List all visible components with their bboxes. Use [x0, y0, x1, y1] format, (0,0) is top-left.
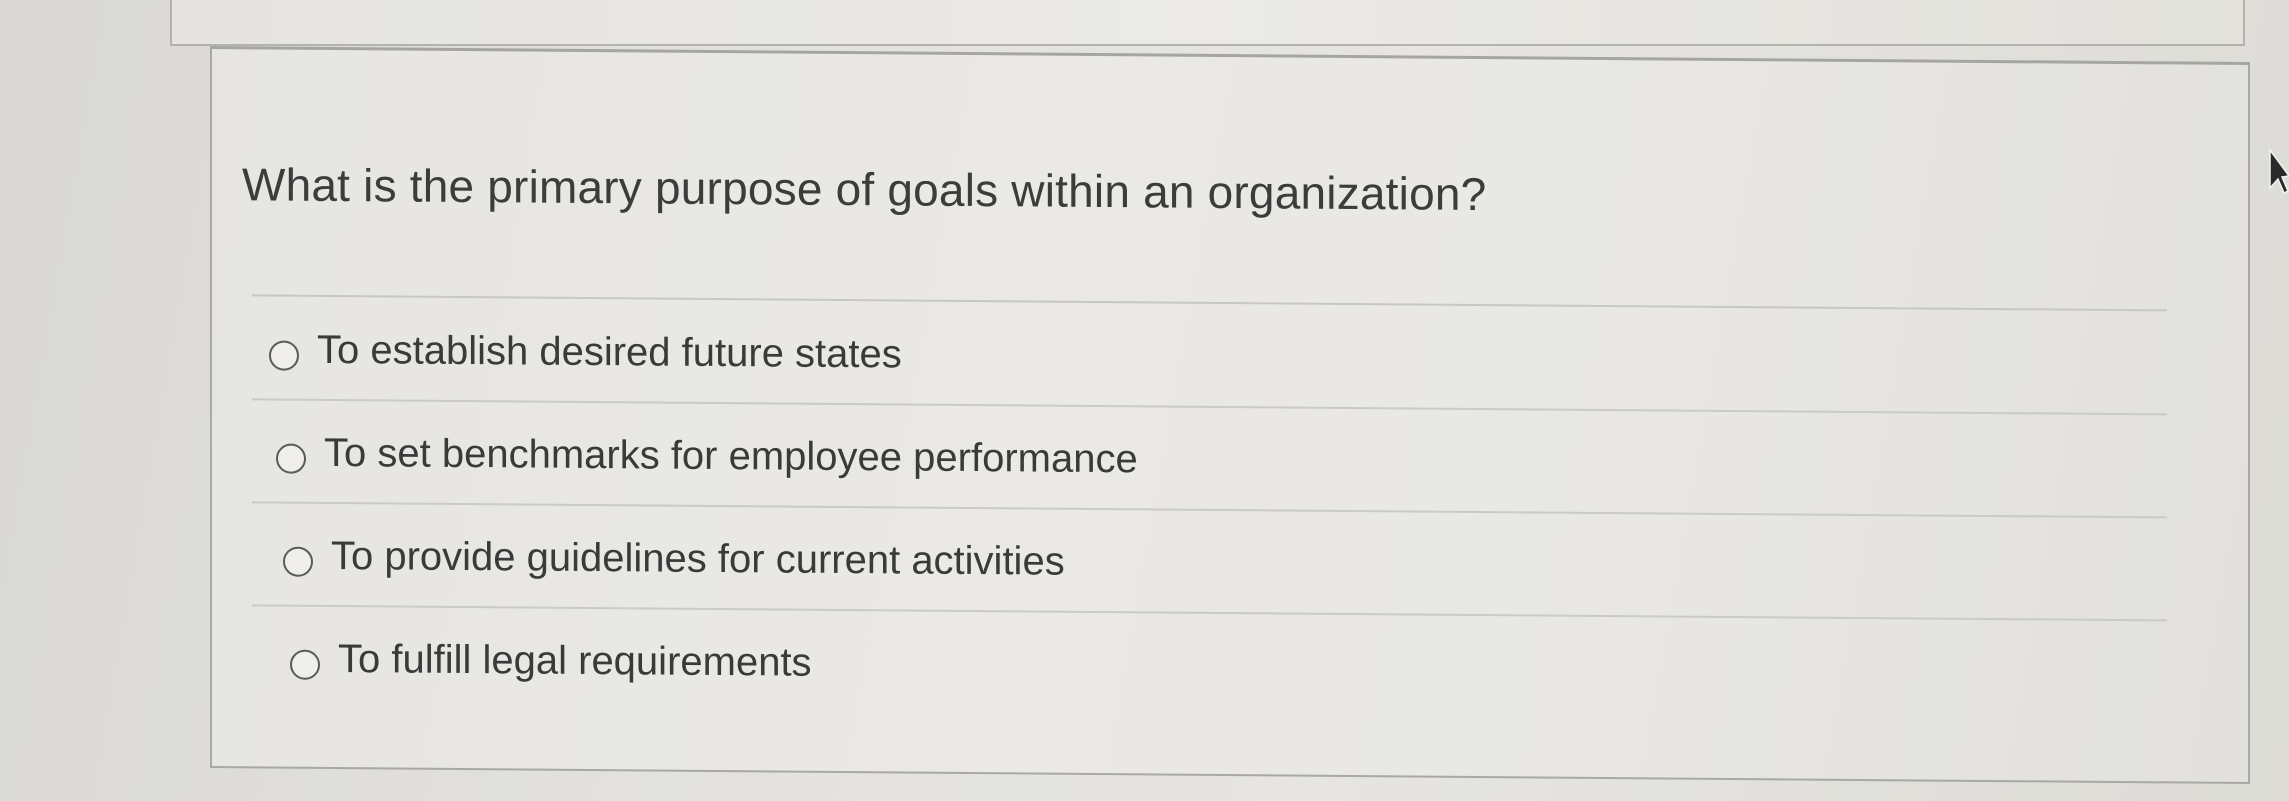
answer-option[interactable]: To establish desired future states [252, 297, 2167, 416]
radio-empty-icon[interactable] [283, 546, 313, 577]
answer-option-label[interactable]: To establish desired future states [317, 328, 902, 378]
radio-empty-icon[interactable] [276, 443, 306, 474]
previous-question-card-edge [170, 0, 2245, 46]
question-card: What is the primary purpose of goals wit… [210, 46, 2250, 785]
question-text: What is the primary purpose of goals wit… [242, 158, 1487, 221]
answer-option-label[interactable]: To set benchmarks for employee performan… [324, 431, 1138, 482]
answer-options: To establish desired future states To se… [252, 297, 2167, 724]
answer-option[interactable]: To provide guidelines for current activi… [252, 503, 2167, 622]
mouse-pointer-icon [2269, 148, 2289, 195]
answer-option[interactable]: To fulfill legal requirements [252, 606, 2167, 724]
answer-option[interactable]: To set benchmarks for employee performan… [252, 400, 2167, 519]
radio-empty-icon[interactable] [290, 649, 320, 680]
answer-option-label[interactable]: To fulfill legal requirements [338, 637, 812, 686]
radio-empty-icon[interactable] [269, 340, 299, 371]
answer-option-label[interactable]: To provide guidelines for current activi… [331, 534, 1065, 585]
